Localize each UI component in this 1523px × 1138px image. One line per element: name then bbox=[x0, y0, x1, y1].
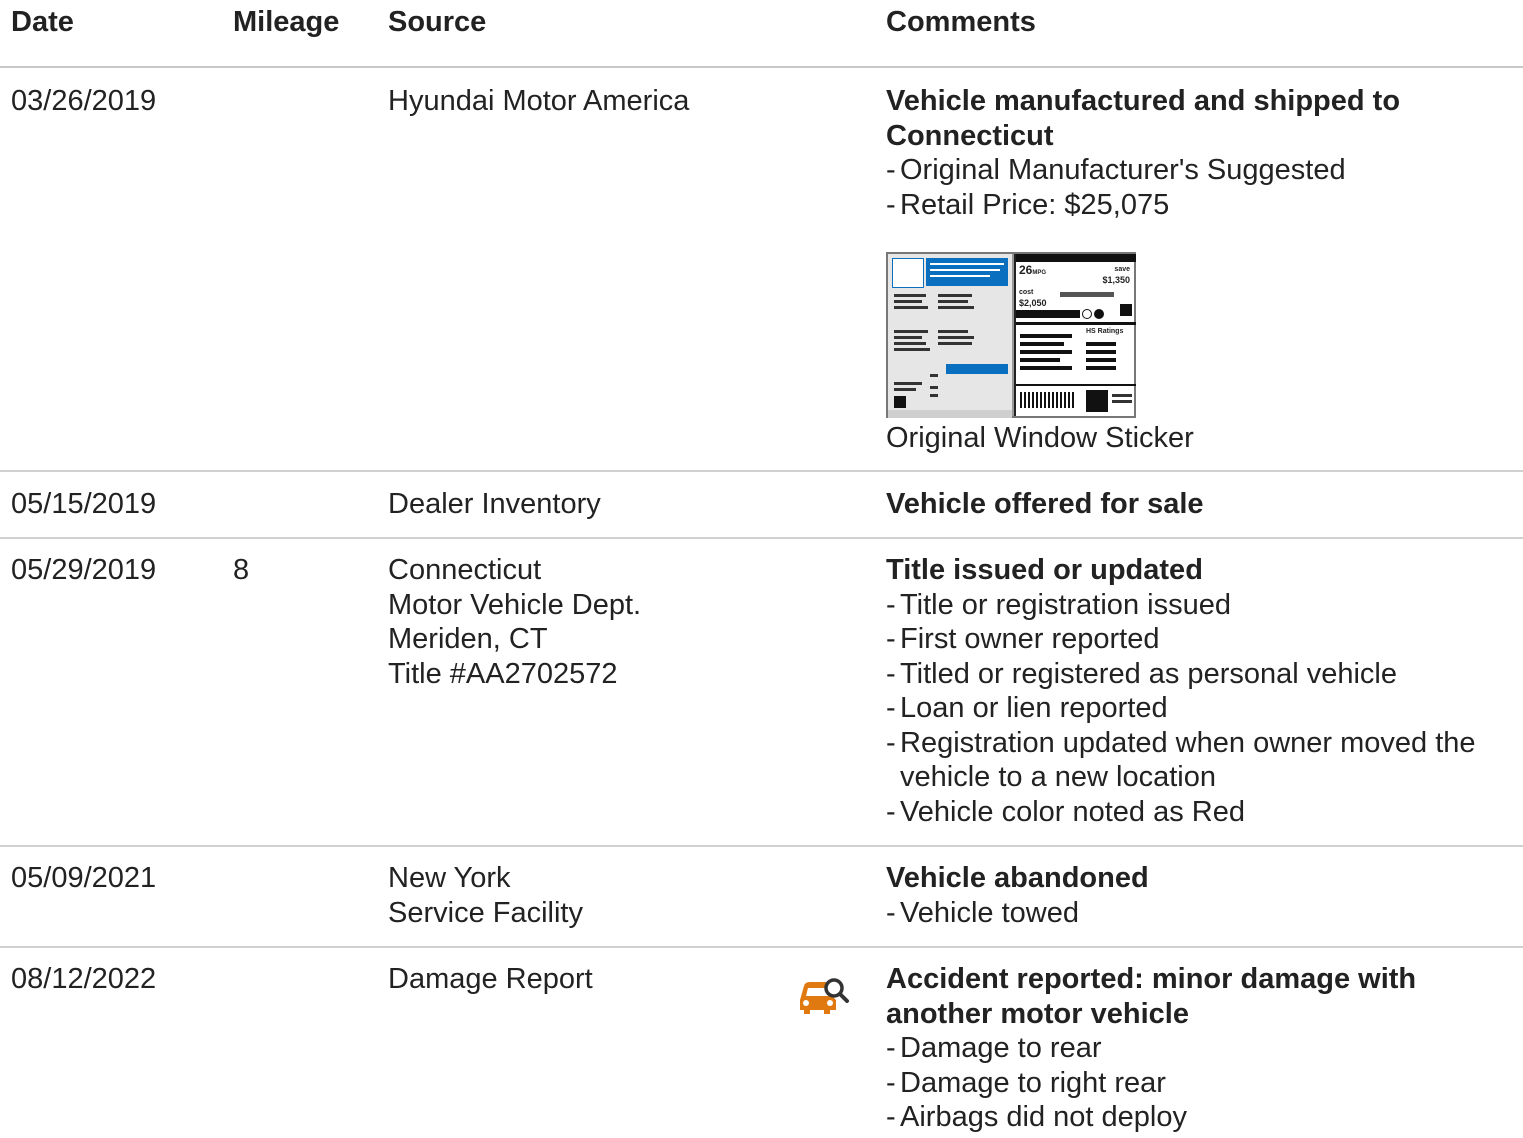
table-row: 03/26/2019 Hyundai Motor America Vehicle… bbox=[0, 68, 1523, 472]
source-line: Connecticut bbox=[388, 554, 542, 586]
comment-title: Accident reported: minor damage with ano… bbox=[886, 963, 1417, 1030]
comment-detail: - First owner reported bbox=[886, 623, 1160, 655]
row-source: Hyundai Motor America bbox=[388, 84, 689, 119]
comment-detail: - Damage to rear bbox=[886, 1032, 1102, 1064]
row-comments: Title issued or updated - Title or regist… bbox=[886, 553, 1506, 829]
source-line: Motor Vehicle Dept. bbox=[388, 588, 642, 621]
comment-detail: - Vehicle color noted as Red bbox=[886, 795, 1245, 828]
sticker-save: save $1,350 bbox=[1102, 266, 1130, 285]
comment-detail: - Retail Price: $25,075 bbox=[886, 188, 1170, 221]
sticker-right-panel: 26MPG save $1,350 cost $2,050 HS Ratings bbox=[1014, 254, 1136, 416]
comment-title: Vehicle offered for sale bbox=[886, 488, 1204, 520]
sticker-left-panel bbox=[888, 254, 1014, 418]
table-row: 05/29/2019 8 Connecticut Motor Vehicle D… bbox=[0, 539, 1523, 847]
comment-detail: - Vehicle towed bbox=[886, 896, 1079, 929]
row-comments: Vehicle offered for sale bbox=[886, 487, 1506, 522]
row-source: New York Service Facility bbox=[388, 861, 583, 930]
header-mileage: Mileage bbox=[233, 6, 340, 38]
table-header: Date Mileage Source Comments bbox=[0, 0, 1523, 68]
source-line: New York bbox=[388, 862, 511, 894]
comment-detail: - Registration updated when owner moved t… bbox=[886, 726, 1476, 794]
window-sticker-thumbnail[interactable]: 26MPG save $1,350 cost $2,050 HS Ratings bbox=[886, 252, 1136, 418]
row-source: Damage Report bbox=[388, 962, 593, 997]
source-line: Damage Report bbox=[388, 963, 593, 995]
sticker-mpg: 26MPG bbox=[1019, 263, 1047, 277]
comment-title: Title issued or updated bbox=[886, 554, 1203, 586]
row-source: Dealer Inventory bbox=[388, 487, 601, 522]
table-row: 08/12/2022 Damage Report Accident report… bbox=[0, 948, 1523, 1138]
comment-detail: - Titled or registered as personal vehicl… bbox=[886, 657, 1398, 690]
header-comments: Comments bbox=[886, 6, 1036, 38]
comment-title: Vehicle abandoned bbox=[886, 862, 1149, 894]
source-line: Hyundai Motor America bbox=[388, 85, 690, 117]
source-line: Dealer Inventory bbox=[388, 488, 601, 520]
row-comments: Vehicle manufactured and shipped to Conn… bbox=[886, 84, 1506, 456]
row-date: 03/26/2019 bbox=[11, 85, 157, 117]
comment-detail: - Damage to right rear bbox=[886, 1066, 1166, 1099]
table-row: 05/15/2019 Dealer Inventory Vehicle offe… bbox=[0, 472, 1523, 539]
row-source: Connecticut Motor Vehicle Dept. Meriden,… bbox=[388, 553, 641, 691]
row-mileage: 8 bbox=[233, 554, 250, 586]
vehicle-history-table: Date Mileage Source Comments 03/26/2019 … bbox=[0, 0, 1523, 1138]
source-line: Meriden, CT bbox=[388, 623, 548, 655]
row-date: 05/09/2021 bbox=[11, 862, 157, 894]
comment-detail: - Airbags did not deploy bbox=[886, 1101, 1187, 1133]
car-damage-search-icon bbox=[796, 974, 850, 1027]
table-row: 05/09/2021 New York Service Facility Veh… bbox=[0, 847, 1523, 948]
source-line: Service Facility bbox=[388, 896, 583, 929]
comment-detail: - Title or registration issued bbox=[886, 588, 1231, 621]
row-comments: Accident reported: minor damage with ano… bbox=[886, 962, 1506, 1135]
qr-code-icon bbox=[1086, 390, 1108, 412]
header-source: Source bbox=[388, 6, 487, 38]
sticker-ratings: HS Ratings bbox=[1086, 328, 1124, 335]
header-date: Date bbox=[11, 6, 74, 38]
row-date: 05/15/2019 bbox=[11, 488, 157, 520]
comment-detail: - Original Manufacturer's Suggested bbox=[886, 154, 1346, 186]
row-date: 05/29/2019 bbox=[11, 554, 157, 586]
sticker-cost: cost $2,050 bbox=[1019, 289, 1047, 308]
row-comments: Vehicle abandoned - Vehicle towed bbox=[886, 861, 1506, 930]
row-date: 08/12/2022 bbox=[11, 963, 157, 995]
window-sticker-caption: Original Window Sticker bbox=[886, 422, 1194, 454]
comment-detail: - Loan or lien reported bbox=[886, 692, 1168, 724]
barcode-icon bbox=[1020, 392, 1076, 408]
comment-title: Vehicle manufactured and shipped to Conn… bbox=[886, 85, 1401, 152]
source-line: Title #AA2702572 bbox=[388, 657, 618, 690]
